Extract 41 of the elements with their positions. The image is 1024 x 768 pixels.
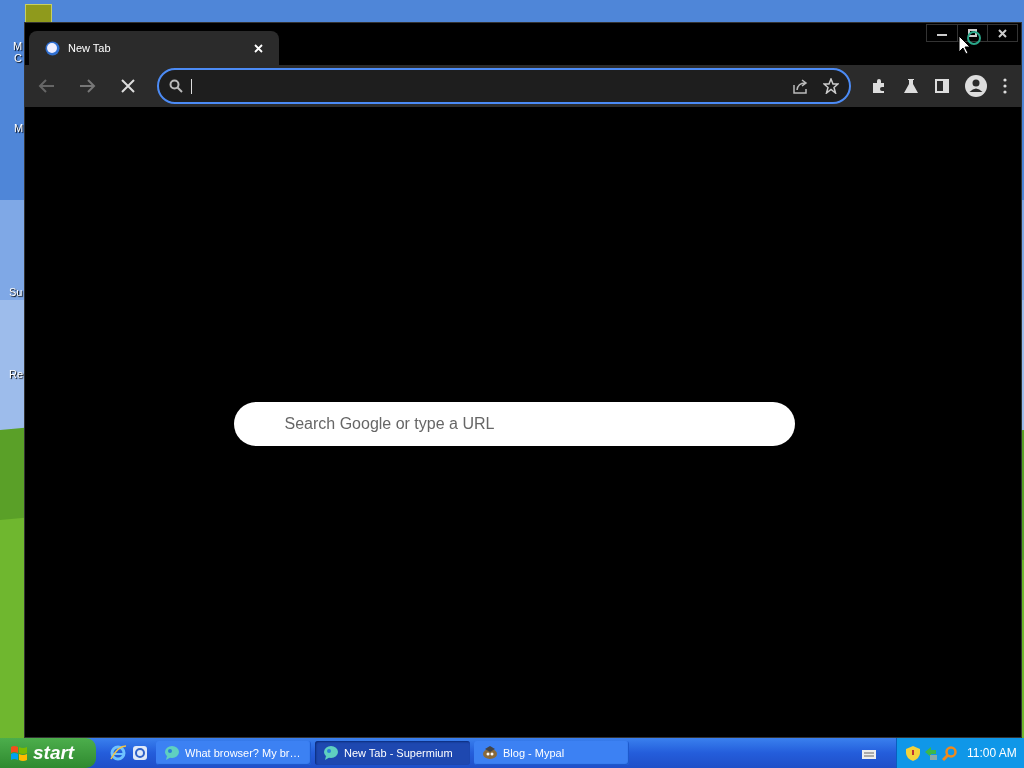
shield-icon[interactable] (906, 745, 920, 761)
start-button[interactable]: start (0, 738, 96, 768)
taskbar-button[interactable]: New Tab - Supermium (315, 741, 470, 765)
clock[interactable]: 11:00 AM (967, 744, 1017, 762)
back-icon[interactable] (37, 78, 55, 94)
desktop-icon-label: Re (9, 368, 24, 380)
search-box[interactable]: Search Google or type a URL (233, 402, 795, 446)
globe-icon (45, 40, 60, 56)
side-panel-icon[interactable] (935, 79, 949, 93)
keyboard-icon[interactable] (862, 747, 876, 759)
browser-tab[interactable]: New Tab (29, 31, 279, 65)
tab-title: New Tab (68, 40, 112, 56)
taskbar-button[interactable]: What browser? My br… (156, 741, 311, 765)
minimize-icon (937, 33, 947, 36)
stop-icon[interactable] (121, 79, 135, 93)
app-icon (164, 745, 180, 761)
search-icon (169, 79, 183, 93)
puzzle-icon[interactable] (871, 78, 887, 94)
windows-logo-icon (10, 744, 28, 762)
desktop-icon-label: M (13, 40, 23, 52)
maximize-icon (968, 29, 977, 37)
forward-icon[interactable] (79, 78, 97, 94)
flask-icon[interactable] (903, 78, 919, 94)
profile-avatar-icon[interactable] (965, 75, 987, 97)
menu-icon[interactable] (1003, 78, 1007, 94)
close-tab-icon[interactable] (254, 43, 263, 53)
busy-cursor-icon (958, 29, 982, 54)
desktop-icon-label: M (14, 122, 24, 134)
close-icon (998, 28, 1007, 38)
app-icon (482, 745, 498, 761)
address-bar[interactable] (157, 68, 851, 104)
taskbar-button[interactable]: Blog - Mypal (474, 741, 629, 765)
app-icon (323, 745, 339, 761)
email-icon[interactable] (132, 745, 148, 761)
desktop-icon-label: Su (9, 286, 23, 298)
browser-icon[interactable] (109, 744, 127, 762)
share-icon[interactable] (793, 78, 809, 94)
text-cursor (191, 78, 192, 94)
desktop-icon-label: C (14, 52, 22, 64)
search-placeholder: Search Google or type a URL (284, 414, 495, 434)
star-icon[interactable] (823, 78, 839, 94)
